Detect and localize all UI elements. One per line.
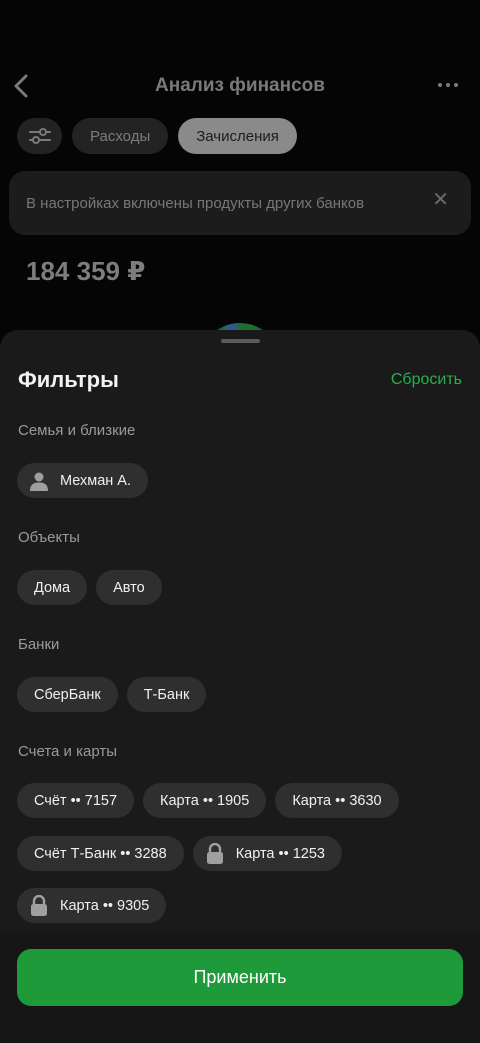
section-label-accounts: Счета и карты <box>18 743 117 760</box>
banks-chips: СберБанк Т-Банк <box>17 677 207 712</box>
filter-settings-button[interactable] <box>17 118 62 154</box>
chip-tbank[interactable]: Т-Банк <box>126 677 207 712</box>
objects-chips: Дома Авто <box>17 570 162 605</box>
accounts-chips-row-1: Счёт •• 7157 Карта •• 1905 Карта •• 3630 <box>17 783 399 818</box>
accounts-chips-row-3: Карта •• 9305 <box>17 888 167 923</box>
total-amount: 184 359 ₽ <box>26 256 146 286</box>
more-options-icon[interactable] <box>438 83 458 87</box>
family-chips: Мехман А. <box>17 463 149 498</box>
chip-label: Карта •• 9305 <box>60 897 150 914</box>
chip-card-9305[interactable]: Карта •• 9305 <box>17 888 167 923</box>
chip-label: Мехман А. <box>60 472 132 489</box>
accounts-chips-row-2: Счёт Т-Банк •• 3288 Карта •• 1253 <box>17 836 342 871</box>
chip-card-1905[interactable]: Карта •• 1905 <box>143 783 267 818</box>
chip-label: Карта •• 1253 <box>235 845 325 862</box>
sheet-title: Фильтры <box>18 367 119 392</box>
apply-button[interactable]: Применить <box>17 949 463 1006</box>
chip-home[interactable]: Дома <box>17 570 88 605</box>
chip-account-7157[interactable]: Счёт •• 7157 <box>17 783 135 818</box>
lock-icon <box>204 842 226 865</box>
chip-family-member[interactable]: Мехман А. <box>17 463 149 498</box>
back-arrow-icon[interactable] <box>10 72 34 100</box>
lock-icon <box>28 894 50 917</box>
notice-text: В настройках включены продукты других ба… <box>26 194 365 212</box>
tab-expenses[interactable]: Расходы <box>72 118 169 154</box>
chip-auto[interactable]: Авто <box>96 570 162 605</box>
close-icon[interactable]: ✕ <box>432 187 449 212</box>
page-title: Анализ финансов <box>155 75 325 96</box>
section-label-family: Семья и близкие <box>18 422 136 439</box>
person-icon <box>28 470 50 492</box>
chip-sberbank[interactable]: СберБанк <box>17 677 118 712</box>
section-label-objects: Объекты <box>18 529 80 546</box>
section-label-banks: Банки <box>18 636 60 653</box>
top-bar: Анализ финансов <box>0 62 480 110</box>
chip-card-3630[interactable]: Карта •• 3630 <box>275 783 399 818</box>
chip-account-tbank-3288[interactable]: Счёт Т-Банк •• 3288 <box>17 836 184 871</box>
sliders-icon <box>28 128 51 144</box>
chip-card-1253[interactable]: Карта •• 1253 <box>192 836 342 871</box>
other-banks-notice: В настройках включены продукты других ба… <box>9 171 471 235</box>
tabs-row: Расходы Зачисления <box>17 118 297 154</box>
sheet-grabber[interactable] <box>221 339 260 343</box>
tab-income[interactable]: Зачисления <box>178 118 297 154</box>
reset-button[interactable]: Сбросить <box>391 371 462 389</box>
